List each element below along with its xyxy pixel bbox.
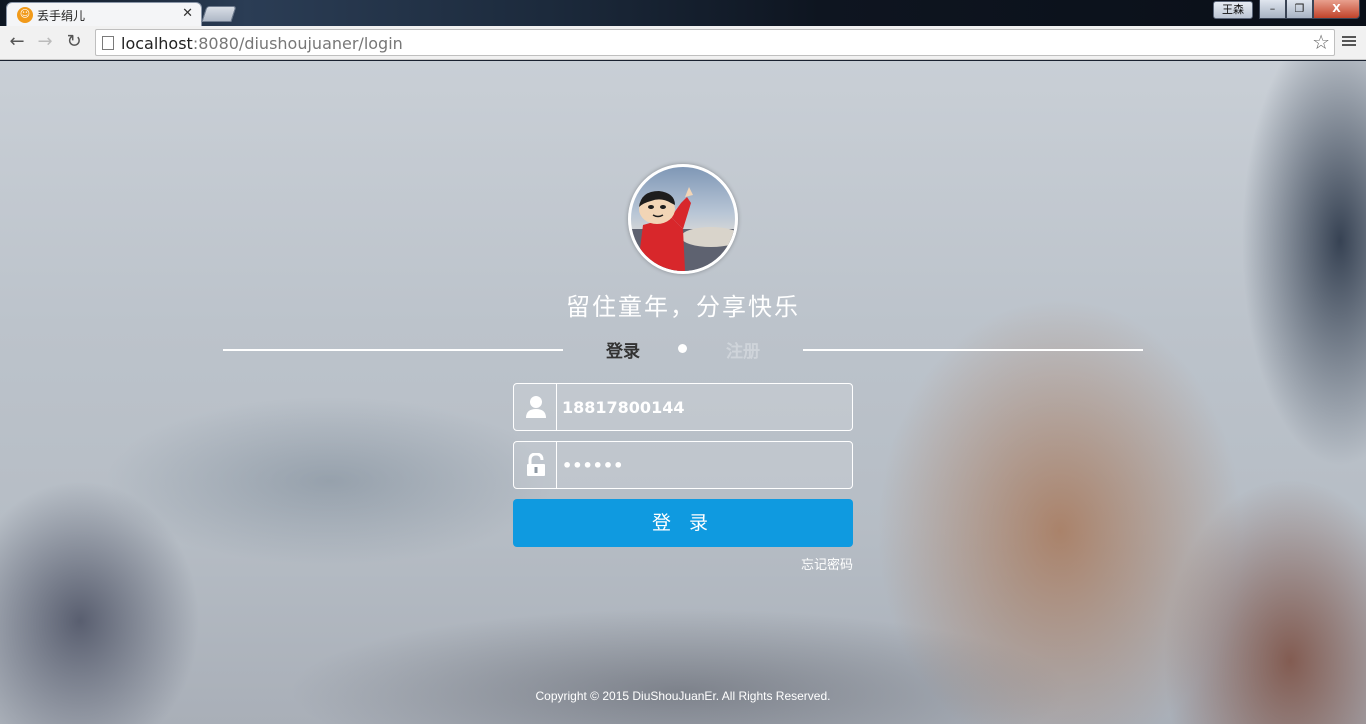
login-page: 留住童年，分享快乐 登录 注册 登 录 忘记密码 Copyright © 201…	[0, 61, 1366, 724]
browser-menu-icon[interactable]	[1341, 34, 1357, 50]
bookmark-star-icon[interactable]: ☆	[1312, 30, 1330, 54]
profile-user-badge[interactable]: 王森	[1213, 1, 1253, 19]
window-titlebar: ☺ 丢手绢儿 ✕ 王森 – ❐ X	[0, 0, 1366, 26]
login-button[interactable]: 登 录	[513, 499, 853, 547]
forgot-password-link[interactable]: 忘记密码	[753, 554, 853, 573]
url-path: :8080/diushoujuaner/login	[192, 34, 403, 53]
user-icon	[514, 384, 557, 430]
password-input[interactable]	[562, 442, 847, 488]
maximize-button[interactable]: ❐	[1286, 0, 1313, 19]
page-icon	[102, 36, 114, 50]
username-input[interactable]	[562, 384, 847, 430]
tab-close-icon[interactable]: ✕	[182, 6, 193, 21]
site-favicon-icon: ☺	[17, 7, 33, 23]
tab-title: 丢手绢儿	[37, 9, 86, 23]
browser-tab[interactable]: ☺ 丢手绢儿 ✕	[6, 2, 202, 26]
url-text: localhost:8080/diushoujuaner/login	[121, 34, 403, 53]
browser-toolbar: ← → ↻ localhost:8080/diushoujuaner/login…	[0, 26, 1366, 60]
divider-left	[223, 349, 563, 351]
new-tab-button[interactable]	[201, 6, 237, 22]
close-window-button[interactable]: X	[1313, 0, 1360, 19]
avatar	[628, 164, 738, 274]
tab-register[interactable]: 注册	[715, 337, 771, 362]
tab-separator-dot	[678, 344, 687, 353]
slogan: 留住童年，分享快乐	[566, 293, 800, 321]
copyright-text: Copyright © 2015 DiuShouJuanEr. All Righ…	[535, 689, 831, 703]
cartoon-boy-icon	[631, 187, 735, 271]
back-button[interactable]: ←	[5, 31, 29, 55]
window-controls: – ❐ X	[1259, 0, 1360, 19]
tab-login[interactable]: 登录	[595, 337, 651, 362]
forward-button[interactable]: →	[33, 31, 57, 55]
url-host: localhost	[121, 34, 193, 53]
address-bar[interactable]: localhost:8080/diushoujuaner/login ☆	[95, 29, 1335, 56]
password-field	[513, 441, 853, 489]
unlock-icon	[514, 442, 557, 488]
username-field	[513, 383, 853, 431]
reload-button[interactable]: ↻	[62, 31, 86, 55]
divider-right	[803, 349, 1143, 351]
minimize-button[interactable]: –	[1259, 0, 1286, 19]
